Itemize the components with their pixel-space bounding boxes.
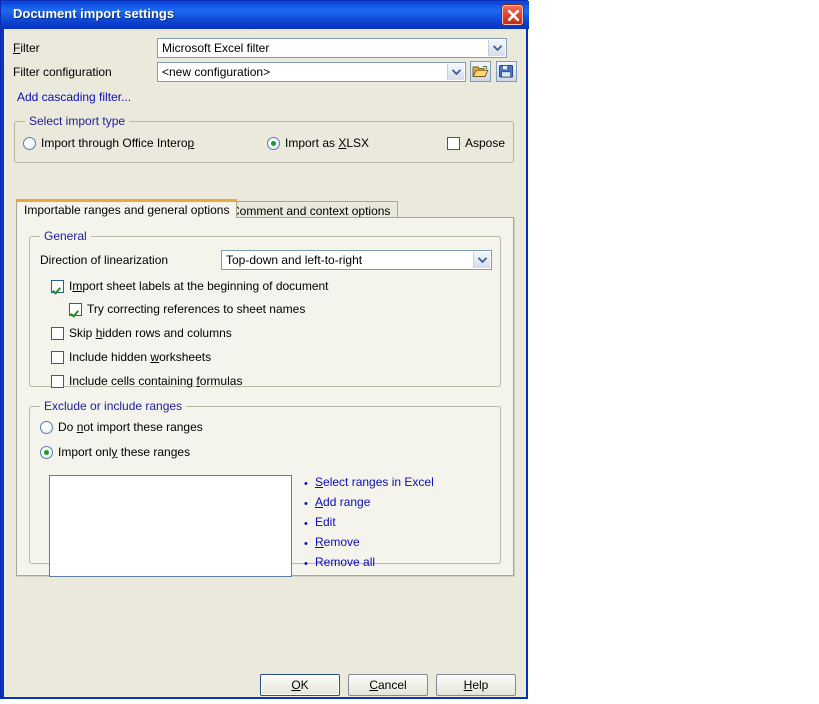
checkbox-include-cells-formulas[interactable]	[51, 375, 64, 388]
bullet-icon: •	[304, 498, 308, 510]
cancel-button[interactable]: Cancel	[348, 674, 428, 696]
checkbox-try-correcting-references[interactable]	[69, 303, 82, 316]
direction-of-linearization-combobox[interactable]: Top-down and left-to-right	[221, 250, 492, 270]
bullet-icon: •	[304, 518, 308, 530]
tab-panel-importable-ranges: General Direction of linearization Top-d…	[16, 217, 514, 577]
checkbox-skip-hidden-rows-columns[interactable]	[51, 327, 64, 340]
filter-configuration-value: <new configuration>	[162, 65, 271, 79]
radio-import-office-interop[interactable]	[23, 137, 36, 150]
checkbox-try-correcting-references-label: Try correcting references to sheet names	[87, 302, 306, 316]
title-bar[interactable]: Document import settings	[1, 1, 529, 29]
radio-import-as-xlsx-label: Import as XLSX	[285, 136, 370, 150]
select-import-type-group: Select import type Import through Office…	[14, 114, 514, 163]
filter-configuration-label: Filter configuration	[13, 65, 112, 79]
ranges-listbox[interactable]	[49, 475, 292, 577]
radio-do-not-import-ranges[interactable]	[40, 421, 53, 434]
radio-import-only-ranges-label: Import only these ranges	[58, 445, 191, 459]
action-add-range-label[interactable]: Add range	[315, 495, 370, 509]
checkbox-include-hidden-worksheets[interactable]	[51, 351, 64, 364]
folder-open-icon[interactable]	[470, 61, 491, 82]
direction-of-linearization-value: Top-down and left-to-right	[226, 253, 363, 267]
general-group: General Direction of linearization Top-d…	[29, 229, 501, 388]
dialog-client-area: Filter Microsoft Excel filter Filter con…	[4, 29, 526, 697]
ok-button[interactable]: OK	[260, 674, 340, 696]
checkbox-aspose-label: Aspose	[465, 136, 506, 150]
filter-configuration-combobox[interactable]: <new configuration>	[157, 62, 466, 82]
add-cascading-filter-link[interactable]: Add cascading filter...	[17, 90, 131, 104]
document-import-settings-dialog: Document import settings Filter Microsof…	[0, 0, 529, 699]
checkbox-include-cells-formulas-label: Include cells containing formulas	[69, 374, 243, 388]
window-title: Document import settings	[13, 6, 175, 21]
checkbox-skip-hidden-rows-columns-label: Skip hidden rows and columns	[69, 326, 232, 340]
checkbox-aspose[interactable]	[447, 137, 460, 150]
checkbox-import-sheet-labels-label: Import sheet labels at the beginning of …	[69, 279, 329, 293]
action-select-ranges-in-excel-label[interactable]: Select ranges in Excel	[315, 475, 434, 489]
direction-of-linearization-label: Direction of linearization	[40, 253, 169, 267]
exclude-include-ranges-caption: Exclude or include ranges	[40, 399, 187, 413]
radio-import-only-ranges[interactable]	[40, 446, 53, 459]
close-icon[interactable]	[502, 5, 523, 25]
chevron-down-icon[interactable]	[473, 252, 490, 268]
bullet-icon: •	[304, 538, 308, 550]
filter-combobox[interactable]: Microsoft Excel filter	[157, 38, 507, 58]
action-edit-label[interactable]: Edit	[315, 515, 336, 529]
help-button[interactable]: Help	[436, 674, 516, 696]
action-remove-label[interactable]: Remove	[315, 535, 360, 549]
chevron-down-icon[interactable]	[447, 64, 464, 80]
exclude-include-ranges-group: Exclude or include ranges Do not import …	[29, 399, 501, 577]
filter-value: Microsoft Excel filter	[162, 41, 270, 55]
checkbox-include-hidden-worksheets-label: Include hidden worksheets	[69, 350, 212, 364]
action-remove-all-label[interactable]: Remove all	[315, 555, 375, 569]
select-import-type-caption: Select import type	[25, 114, 130, 128]
radio-import-office-interop-label: Import through Office Interop	[41, 136, 195, 150]
radio-import-as-xlsx[interactable]	[267, 137, 280, 150]
chevron-down-icon[interactable]	[488, 40, 505, 56]
bullet-icon: •	[304, 478, 308, 490]
tab-importable-ranges[interactable]: Importable ranges and general options	[16, 199, 238, 218]
general-caption: General	[40, 229, 91, 243]
bullet-icon: •	[304, 558, 308, 570]
floppy-disk-save-icon[interactable]	[496, 61, 517, 82]
checkbox-import-sheet-labels[interactable]	[51, 280, 64, 293]
filter-label: Filter	[13, 41, 40, 55]
radio-do-not-import-ranges-label: Do not import these ranges	[58, 420, 203, 434]
